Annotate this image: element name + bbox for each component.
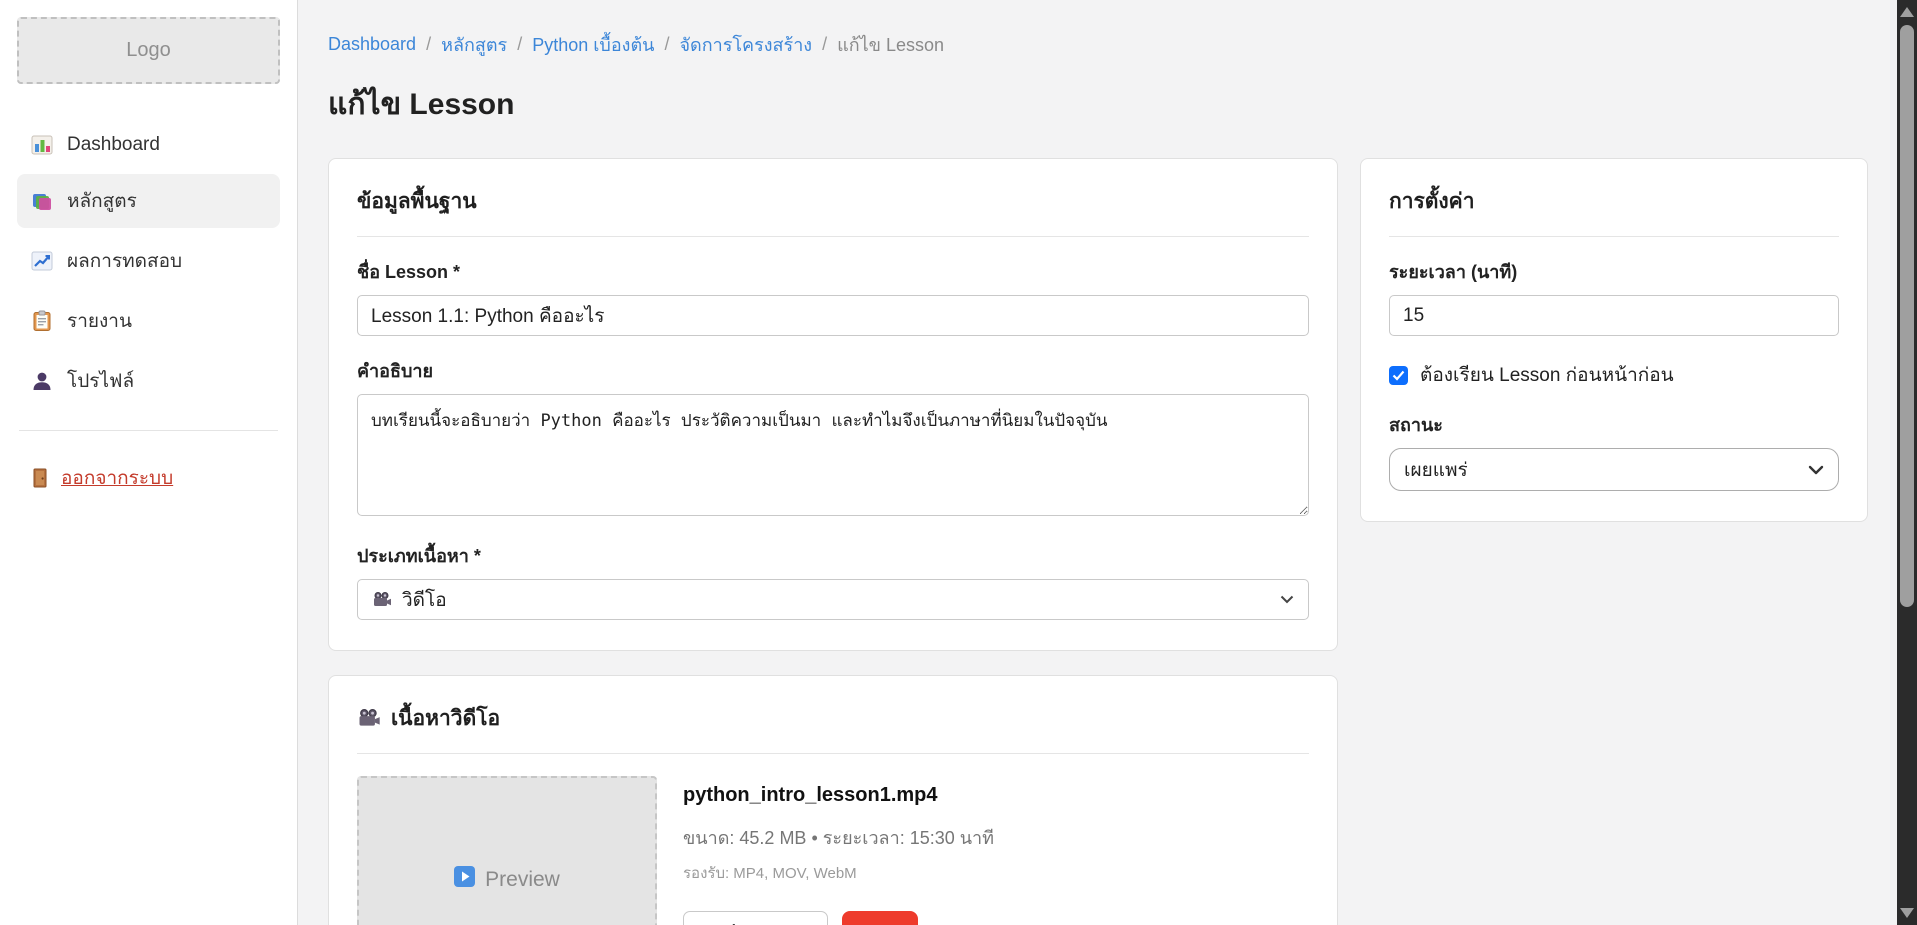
status-select[interactable]: เผยแพร่ — [1389, 448, 1839, 491]
basic-info-card: ข้อมูลพื้นฐาน ชื่อ Lesson * คำอธิบาย ประ… — [328, 158, 1338, 651]
sidebar-item-label: รายงาน — [67, 306, 132, 336]
breadcrumb: Dashboard / หลักสูตร / Python เบื้องต้น … — [328, 30, 1888, 59]
sidebar-item-label: ผลการทดสอบ — [67, 246, 182, 276]
logout-link[interactable]: ออกจากระบบ — [17, 453, 280, 503]
content-type-value: วิดีโอ — [402, 585, 447, 615]
video-camera-icon — [372, 592, 392, 608]
chevron-down-icon — [1280, 595, 1294, 604]
video-info: python_intro_lesson1.mp4 ขนาด: 45.2 MB •… — [683, 776, 994, 925]
logo-placeholder: Logo — [17, 17, 280, 84]
content-type-label: ประเภทเนื้อหา * — [357, 541, 1309, 570]
scroll-up-arrow-icon[interactable] — [1900, 7, 1914, 17]
description-textarea[interactable] — [357, 394, 1309, 516]
preview-label: Preview — [485, 868, 560, 892]
page-title: แก้ไข Lesson — [328, 81, 1888, 128]
sidebar-item-label: โปรไฟล์ — [67, 366, 134, 396]
sidebar-item-profile[interactable]: โปรไฟล์ — [17, 354, 280, 408]
video-content-card: เนื้อหาวิดีโอ Preview python_intro_lesso… — [328, 675, 1338, 925]
change-video-button[interactable]: เปลี่ยนวิดีโอ — [683, 911, 828, 925]
status-value: เผยแพร่ — [1404, 455, 1468, 485]
card-divider — [1389, 236, 1839, 237]
chevron-down-icon — [1808, 465, 1824, 475]
description-label: คำอธิบาย — [357, 356, 1309, 385]
chart-increasing-icon — [31, 250, 53, 272]
card-divider — [357, 753, 1309, 754]
breadcrumb-link-course[interactable]: Python เบื้องต้น — [532, 30, 654, 59]
sidebar-item-reports[interactable]: รายงาน — [17, 294, 280, 348]
breadcrumb-current: แก้ไข Lesson — [837, 30, 944, 59]
sidebar: Logo Dashboard หลักสูตร ผลการทดสอบ รายงา… — [0, 0, 298, 925]
sidebar-nav: Dashboard หลักสูตร ผลการทดสอบ รายงาน โปร… — [17, 122, 280, 408]
scroll-down-arrow-icon[interactable] — [1900, 908, 1914, 918]
clipboard-icon — [31, 310, 53, 332]
scrollbar-thumb[interactable] — [1900, 25, 1914, 607]
card-divider — [357, 236, 1309, 237]
main-content: Dashboard / หลักสูตร / Python เบื้องต้น … — [298, 0, 1917, 925]
checkbox-checked-icon[interactable] — [1389, 366, 1408, 385]
duration-input[interactable] — [1389, 295, 1839, 336]
breadcrumb-link-structure[interactable]: จัดการโครงสร้าง — [679, 30, 812, 59]
video-preview-box[interactable]: Preview — [357, 776, 657, 925]
delete-video-button[interactable]: ลบ — [842, 911, 918, 925]
video-card-title: เนื้อหาวิดีโอ — [391, 702, 500, 735]
sidebar-item-test-results[interactable]: ผลการทดสอบ — [17, 234, 280, 288]
breadcrumb-separator: / — [822, 34, 827, 55]
breadcrumb-separator: / — [517, 34, 522, 55]
logo-text: Logo — [126, 39, 171, 62]
door-icon — [31, 468, 49, 488]
video-file-name: python_intro_lesson1.mp4 — [683, 784, 994, 807]
sidebar-divider — [19, 430, 278, 431]
lesson-name-input[interactable] — [357, 295, 1309, 336]
breadcrumb-separator: / — [426, 34, 431, 55]
settings-card: การตั้งค่า ระยะเวลา (นาที) ต้องเรียน Les… — [1360, 158, 1868, 522]
bar-chart-icon — [31, 134, 53, 156]
books-icon — [31, 190, 53, 212]
sidebar-item-dashboard[interactable]: Dashboard — [17, 122, 280, 168]
play-icon — [454, 866, 475, 893]
sidebar-item-label: Dashboard — [67, 134, 160, 156]
breadcrumb-separator: / — [664, 34, 669, 55]
sidebar-item-label: หลักสูตร — [67, 186, 137, 216]
prerequisite-checkbox-row[interactable]: ต้องเรียน Lesson ก่อนหน้าก่อน — [1389, 360, 1839, 390]
breadcrumb-link-dashboard[interactable]: Dashboard — [328, 34, 416, 55]
video-camera-icon — [357, 709, 381, 728]
settings-title: การตั้งค่า — [1389, 185, 1839, 218]
lesson-name-label: ชื่อ Lesson * — [357, 257, 1309, 286]
sidebar-item-courses[interactable]: หลักสูตร — [17, 174, 280, 228]
page-scrollbar[interactable] — [1897, 0, 1917, 925]
basic-info-title: ข้อมูลพื้นฐาน — [357, 185, 1309, 218]
status-label: สถานะ — [1389, 410, 1839, 439]
logout-label: ออกจากระบบ — [61, 463, 173, 493]
breadcrumb-link-courses[interactable]: หลักสูตร — [441, 30, 507, 59]
video-file-meta: ขนาด: 45.2 MB • ระยะเวลา: 15:30 นาที — [683, 823, 994, 852]
video-supported-formats: รองรับ: MP4, MOV, WebM — [683, 861, 994, 885]
person-icon — [31, 370, 53, 392]
content-type-select[interactable]: วิดีโอ — [357, 579, 1309, 620]
prerequisite-label: ต้องเรียน Lesson ก่อนหน้าก่อน — [1420, 360, 1674, 390]
duration-label: ระยะเวลา (นาที) — [1389, 257, 1839, 286]
